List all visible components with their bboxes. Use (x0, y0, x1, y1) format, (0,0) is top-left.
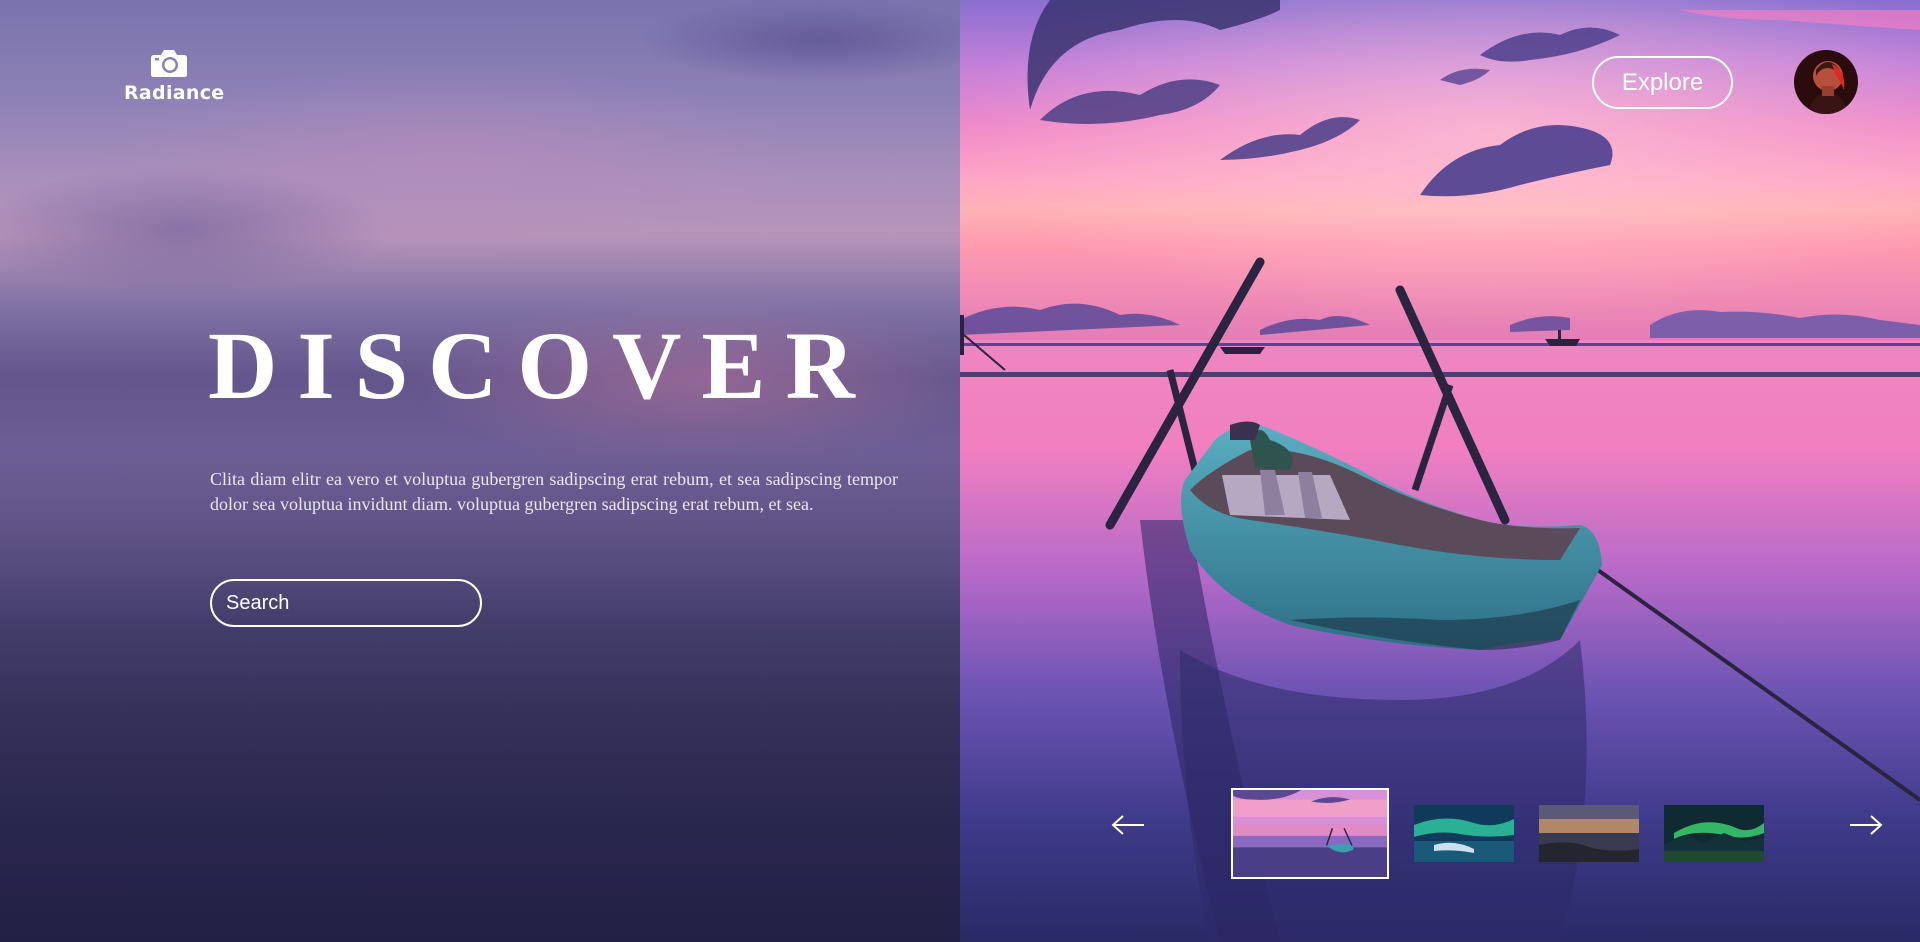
gallery-thumbnail-aurora-lake[interactable] (1414, 805, 1514, 862)
thumbnail-image (1539, 805, 1639, 862)
hero-description: Clita diam elitr ea vero et voluptua gub… (210, 469, 898, 514)
user-avatar[interactable] (1794, 50, 1858, 114)
brand-logo[interactable]: Radiance (124, 48, 225, 104)
explore-button[interactable]: Explore (1592, 56, 1733, 109)
featured-photo (960, 0, 1920, 942)
landing-page: Radiance DISCOVER Clita diam elitr ea ve… (0, 0, 1920, 942)
gallery-thumbnail-rocky-shore-dusk[interactable] (1539, 805, 1639, 862)
gallery-thumbnail-boat-sunset[interactable] (1231, 788, 1389, 879)
gallery-prev-button[interactable] (1110, 812, 1146, 838)
feature-photo-panel (960, 0, 1920, 942)
thumbnail-image (1664, 805, 1764, 862)
arrow-right-icon (1850, 815, 1883, 835)
camera-icon (151, 50, 187, 77)
thumbnail-image (1233, 790, 1387, 877)
thumbnail-image (1414, 805, 1514, 862)
avatar-image (1794, 50, 1858, 114)
arrow-left-icon (1111, 815, 1144, 835)
gallery-next-button[interactable] (1848, 812, 1884, 838)
hero-title: DISCOVER (208, 312, 875, 419)
brand-name: Radiance (124, 82, 225, 104)
gallery-thumbnail-aurora-mountains[interactable] (1664, 805, 1764, 862)
search-input[interactable] (210, 579, 482, 627)
hero-panel: Radiance DISCOVER Clita diam elitr ea ve… (0, 0, 960, 942)
